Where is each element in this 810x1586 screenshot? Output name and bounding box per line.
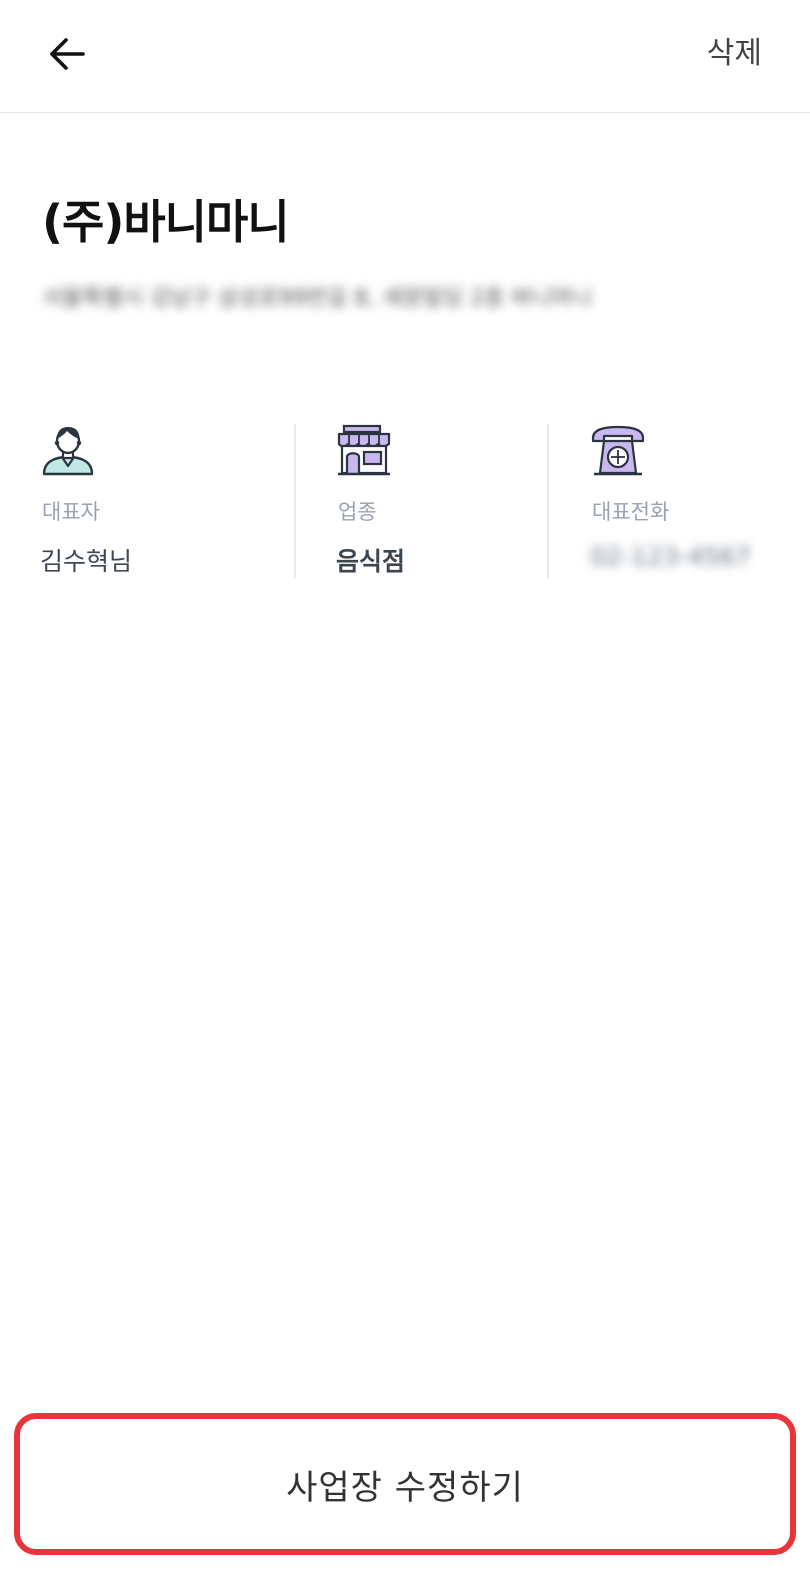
- category-info: 업종 음식점: [336, 424, 536, 580]
- representative-value: 김수혁님: [40, 547, 133, 576]
- info-divider: [294, 424, 296, 578]
- back-button[interactable]: [36, 26, 98, 82]
- category-value: 음식점: [336, 547, 406, 576]
- phone-info: 대표전화 02-123-4567: [590, 424, 790, 580]
- delete-button[interactable]: 삭제: [707, 32, 762, 76]
- telephone-icon: [591, 425, 645, 476]
- representative-label: 대표자: [42, 500, 100, 524]
- person-icon: [42, 427, 94, 476]
- info-divider: [547, 424, 549, 578]
- arrow-left-icon: [50, 38, 85, 70]
- business-address: 서울특별시 강남구 삼성로99번길 8, 세원빌딩 2층 바니마니: [42, 286, 593, 311]
- storefront-icon: [337, 424, 391, 476]
- phone-label: 대표전화: [592, 500, 670, 524]
- business-detail-screen: 삭제 (주)바니마니 서울특별시 강남구 삼성로99번길 8, 세원빌딩 2층 …: [0, 0, 810, 1586]
- edit-business-label: 사업장 수정하기: [286, 1467, 524, 1508]
- business-name: (주)바니마니: [42, 195, 290, 249]
- top-app-bar: 삭제: [0, 0, 810, 113]
- category-label: 업종: [338, 500, 377, 524]
- representative-info: 대표자 김수혁님: [40, 424, 280, 580]
- phone-value: 02-123-4567: [590, 542, 752, 571]
- edit-business-button[interactable]: 사업장 수정하기: [14, 1413, 796, 1555]
- business-info-row: 대표자 김수혁님 업종 음식점 대표전화 02-123-4567: [0, 424, 810, 580]
